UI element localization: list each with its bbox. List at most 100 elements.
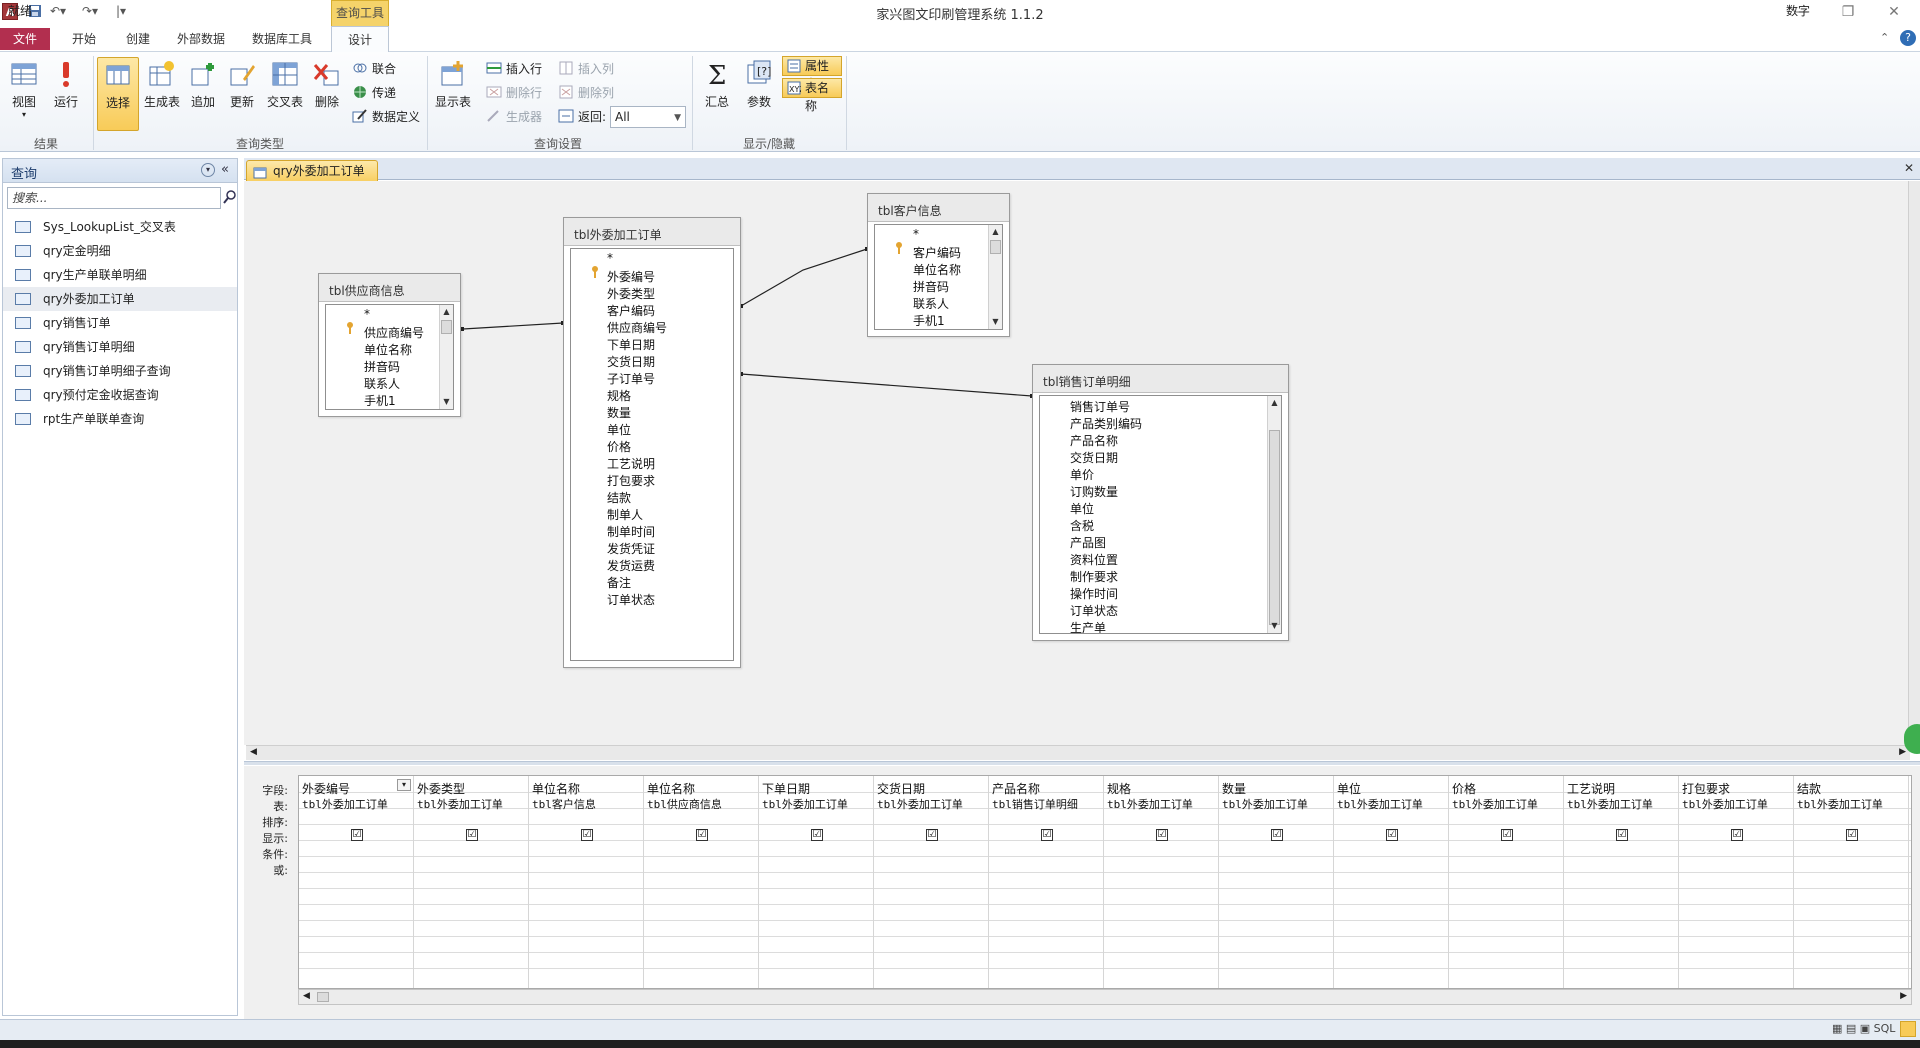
grid-column[interactable]: 价格 tbl外委加工订单 ☑ <box>1449 776 1564 988</box>
grid-table-cell[interactable]: tbl外委加工订单 <box>1567 796 1653 812</box>
field-item[interactable]: 规格 <box>607 387 631 404</box>
grid-field-cell[interactable]: 产品名称 <box>992 780 1040 797</box>
grid-field-cell[interactable]: 打包要求 <box>1682 780 1730 797</box>
grid-table-cell[interactable]: tbl外委加工订单 <box>1682 796 1768 812</box>
field-item[interactable]: 供应商编号 <box>607 319 667 336</box>
grid-field-cell[interactable]: 外委编号 <box>302 780 350 797</box>
field-item[interactable]: 产品名称 <box>1070 432 1118 449</box>
grid-field-cell[interactable]: 外委类型 <box>417 780 465 797</box>
grid-field-cell[interactable]: 交货日期 <box>877 780 925 797</box>
grid-column[interactable]: 单位名称 tbl客户信息 ☑ <box>529 776 644 988</box>
show-checkbox[interactable]: ☑ <box>1846 829 1858 841</box>
field-list-scrollbar[interactable]: ▲ ▼ <box>1267 396 1281 633</box>
grid-field-cell[interactable]: 数量 <box>1222 780 1246 797</box>
field-item[interactable]: 供应商编号 <box>364 324 424 341</box>
field-item[interactable]: 生产单 <box>1070 619 1106 633</box>
field-item[interactable]: 发货凭证 <box>607 540 655 557</box>
field-item[interactable]: 联系人 <box>364 375 400 392</box>
show-checkbox[interactable]: ☑ <box>1386 829 1398 841</box>
diagram-vertical-scrollbar[interactable] <box>1908 181 1920 745</box>
field-item[interactable]: 数量 <box>607 404 631 421</box>
table-box-outsourcing-order[interactable]: tbl外委加工订单 * 外委编号 外委类型 客户编码 供应商编号 下单日期 交货日期 子订单号… <box>563 217 741 668</box>
table-box-customer[interactable]: tbl客户信息 * 客户编码 单位名称 拼音码 联系人 手机1 ▲ ▼ <box>867 193 1010 337</box>
field-item[interactable]: 产品类别编码 <box>1070 415 1142 432</box>
grid-table-cell[interactable]: tbl外委加工订单 <box>417 796 503 812</box>
field-item[interactable]: 客户编码 <box>913 244 961 261</box>
field-item[interactable]: 客户编码 <box>607 302 655 319</box>
field-item[interactable]: 单价 <box>1070 466 1094 483</box>
grid-column[interactable]: 规格 tbl外委加工订单 ☑ <box>1104 776 1219 988</box>
field-item[interactable]: 工艺说明 <box>607 455 655 472</box>
field-item[interactable]: 订购数量 <box>1070 483 1118 500</box>
table-title[interactable]: tbl销售订单明细 <box>1033 365 1288 393</box>
field-item[interactable]: 拼音码 <box>913 278 949 295</box>
show-checkbox[interactable]: ☑ <box>1501 829 1513 841</box>
grid-column[interactable]: 下单日期 tbl外委加工订单 ☑ <box>759 776 874 988</box>
pane-splitter[interactable] <box>244 761 1920 765</box>
field-item[interactable]: * <box>913 227 919 241</box>
grid-table-cell[interactable]: tbl供应商信息 <box>647 796 722 812</box>
field-item[interactable]: * <box>364 307 370 321</box>
field-item[interactable]: 操作时间 <box>1070 585 1118 602</box>
grid-table-cell[interactable]: tbl外委加工订单 <box>1222 796 1308 812</box>
field-item[interactable]: 订单状态 <box>607 591 655 608</box>
grid-table-cell[interactable]: tbl客户信息 <box>532 796 596 812</box>
grid-field-cell[interactable]: 单位 <box>1337 780 1361 797</box>
field-item[interactable]: 价格 <box>607 438 631 455</box>
show-checkbox[interactable]: ☑ <box>1616 829 1628 841</box>
table-title[interactable]: tbl客户信息 <box>868 194 1009 222</box>
field-item[interactable]: 外委编号 <box>607 268 655 285</box>
field-item[interactable]: 单位 <box>1070 500 1094 517</box>
show-checkbox[interactable]: ☑ <box>1271 829 1283 841</box>
join-line-supplier[interactable] <box>462 322 564 330</box>
field-item[interactable]: 含税 <box>1070 517 1094 534</box>
field-item[interactable]: 单位名称 <box>364 341 412 358</box>
field-item[interactable]: 制单时间 <box>607 523 655 540</box>
field-item[interactable]: 手机1 <box>364 392 396 409</box>
field-item[interactable]: 单位 <box>607 421 631 438</box>
field-item[interactable]: 子订单号 <box>607 370 655 387</box>
grid-table-cell[interactable]: tbl外委加工订单 <box>302 796 388 812</box>
show-checkbox[interactable]: ☑ <box>696 829 708 841</box>
grid-column[interactable]: 交货日期 tbl外委加工订单 ☑ <box>874 776 989 988</box>
grid-table-cell[interactable]: tbl外委加工订单 <box>877 796 963 812</box>
field-item[interactable]: * <box>607 251 613 265</box>
show-checkbox[interactable]: ☑ <box>811 829 823 841</box>
grid-field-cell[interactable]: 结款 <box>1797 780 1821 797</box>
grid-column[interactable]: 外委类型 tbl外委加工订单 ☑ <box>414 776 529 988</box>
field-item[interactable]: 交货日期 <box>1070 449 1118 466</box>
field-item[interactable]: 外委类型 <box>607 285 655 302</box>
grid-field-cell[interactable]: 单位名称 <box>647 780 695 797</box>
field-item[interactable]: 备注 <box>607 574 631 591</box>
table-title[interactable]: tbl供应商信息 <box>319 274 460 302</box>
grid-field-cell[interactable]: 规格 <box>1107 780 1131 797</box>
grid-field-cell[interactable]: 价格 <box>1452 780 1476 797</box>
grid-column[interactable]: 工艺说明 tbl外委加工订单 ☑ <box>1564 776 1679 988</box>
field-item[interactable]: 单位名称 <box>913 261 961 278</box>
field-dropdown-icon[interactable]: ▾ <box>397 779 411 791</box>
diagram-horizontal-scrollbar[interactable]: ◀ ▶ <box>246 745 1910 760</box>
grid-field-cell[interactable]: 下单日期 <box>762 780 810 797</box>
field-item[interactable]: 下单日期 <box>607 336 655 353</box>
grid-field-cell[interactable]: 单位名称 <box>532 780 580 797</box>
grid-table-cell[interactable]: tbl销售订单明细 <box>992 796 1078 812</box>
show-checkbox[interactable]: ☑ <box>351 829 363 841</box>
grid-table-cell[interactable]: tbl外委加工订单 <box>762 796 848 812</box>
field-item[interactable]: 制单人 <box>607 506 643 523</box>
grid-table-cell[interactable]: tbl外委加工订单 <box>1337 796 1423 812</box>
view-switcher-icons[interactable]: ▦ ▤ ▣ SQL <box>1832 1022 1895 1035</box>
show-checkbox[interactable]: ☑ <box>1731 829 1743 841</box>
grid-column[interactable]: 产品名称 tbl销售订单明细 ☑ <box>989 776 1104 988</box>
table-box-sales-order-detail[interactable]: tbl销售订单明细 销售订单号 产品类别编码 产品名称 交货日期 单价 订购数量 单位 含税产… <box>1032 364 1289 641</box>
field-item[interactable]: 联系人 <box>913 295 949 312</box>
show-checkbox[interactable]: ☑ <box>926 829 938 841</box>
grid-column[interactable]: 数量 tbl外委加工订单 ☑ <box>1219 776 1334 988</box>
grid-column[interactable]: 结款 tbl外委加工订单 ☑ <box>1794 776 1909 988</box>
field-item[interactable]: 资料位置 <box>1070 551 1118 568</box>
grid-column[interactable]: 打包要求 tbl外委加工订单 ☑ <box>1679 776 1794 988</box>
field-item[interactable]: 产品图 <box>1070 534 1106 551</box>
grid-column[interactable]: 外委编号 tbl外委加工订单 ☑ <box>299 776 414 988</box>
field-item[interactable]: 交货日期 <box>607 353 655 370</box>
show-checkbox[interactable]: ☑ <box>1156 829 1168 841</box>
field-list-scrollbar[interactable]: ▲ ▼ <box>988 225 1002 329</box>
